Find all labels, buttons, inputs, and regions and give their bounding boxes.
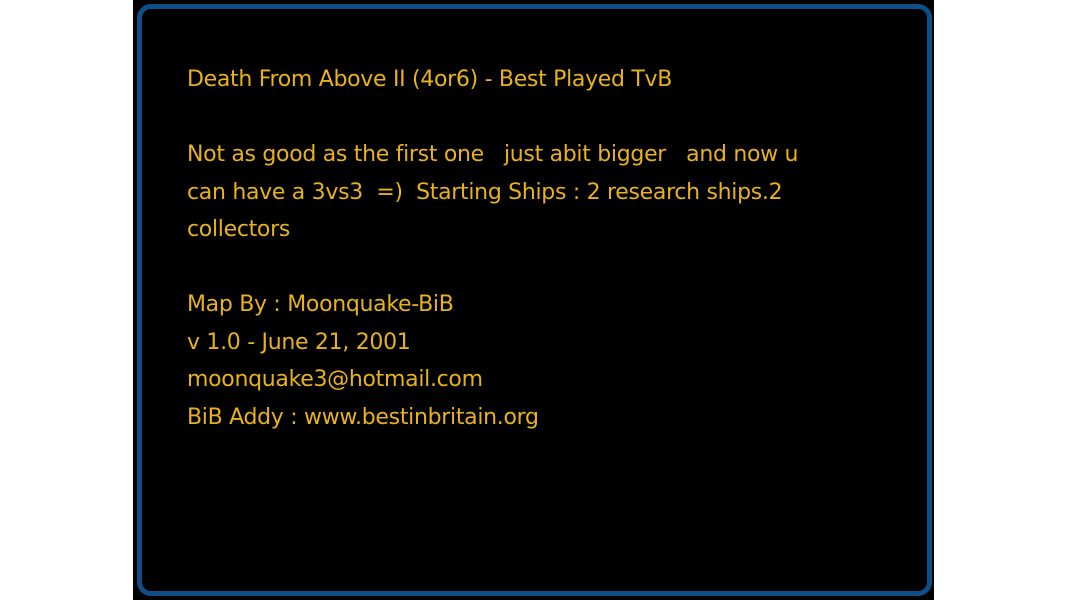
map-description-line-3: collectors	[187, 217, 291, 242]
map-description-line-2: can have a 3vs3 =) Starting Ships : 2 re…	[187, 179, 783, 205]
map-description-line-1: Not as good as the first one just abit b…	[187, 142, 799, 167]
map-author: Map By : Moonquake-BiB	[187, 292, 454, 317]
map-info-panel: Death From Above II (4or6) - Best Played…	[137, 4, 932, 596]
map-info-text: Death From Above II (4or6) - Best Played…	[187, 61, 887, 436]
author-email: moonquake3@hotmail.com	[187, 367, 483, 392]
map-title: Death From Above II (4or6) - Best Played…	[187, 67, 673, 92]
clan-website: BiB Addy : www.bestinbritain.org	[187, 404, 539, 430]
game-screen: Death From Above II (4or6) - Best Played…	[133, 0, 934, 600]
map-version: v 1.0 - June 21, 2001	[187, 329, 411, 355]
